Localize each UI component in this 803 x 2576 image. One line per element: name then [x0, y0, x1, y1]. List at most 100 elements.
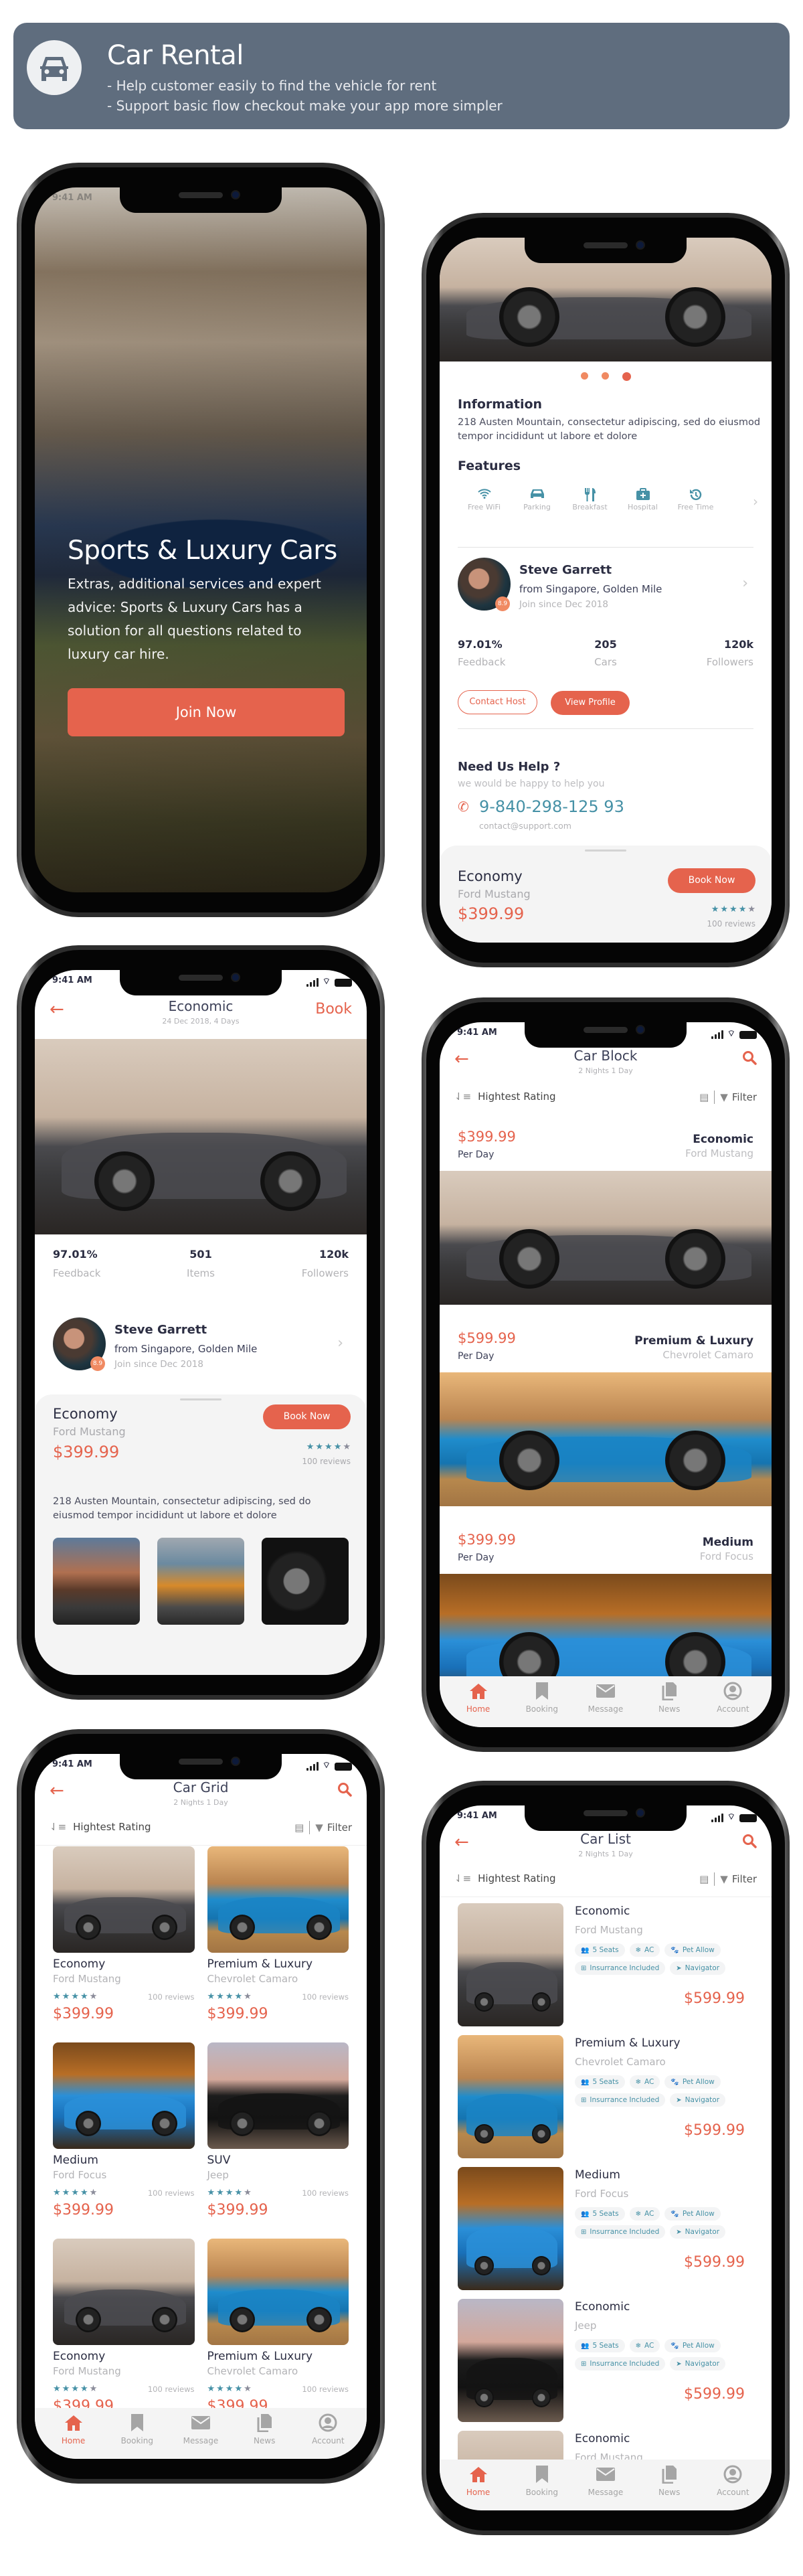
search-icon[interactable] — [337, 1782, 352, 1801]
carousel-dot-active[interactable] — [622, 372, 631, 381]
tab-account[interactable]: Account — [709, 1680, 756, 1727]
history-icon — [669, 488, 722, 503]
car-grid-item[interactable]: Premium & Luxury Chevrolet Camaro ★ ★ ★ ★ ★ … — [207, 1846, 349, 2042]
sort-control[interactable]: ⇃≡ Hightest Rating — [454, 1091, 556, 1103]
snowflake-icon: ❄ — [635, 1946, 642, 1954]
tab-label: Home — [466, 2488, 490, 2497]
support-phone-link[interactable]: 9-840-298-125 93 — [479, 797, 624, 816]
search-icon[interactable] — [742, 1834, 757, 1852]
tab-booking[interactable]: Booking — [519, 1680, 565, 1727]
support-email-link[interactable]: contact@support.com — [479, 821, 571, 831]
tab-booking[interactable]: Booking — [114, 2412, 161, 2459]
tab-message[interactable]: Message — [582, 2464, 629, 2510]
car-grid-item[interactable]: Medium Ford Focus ★ ★ ★ ★ ★ 100 reviews $399… — [53, 2042, 195, 2239]
sort-control[interactable]: ⇃≡ Hightest Rating — [454, 1872, 556, 1884]
chevron-right-icon[interactable]: › — [742, 575, 748, 592]
tab-booking[interactable]: Booking — [519, 2464, 565, 2510]
battery-icon — [335, 1763, 352, 1771]
tab-label: Message — [588, 2488, 624, 2497]
booking-sheet: Economy Ford Mustang $399.99 Book Now ★ ★… — [35, 1394, 367, 1675]
search-icon[interactable] — [742, 1050, 757, 1069]
tab-news[interactable]: News — [241, 2412, 288, 2459]
tab-message[interactable]: Message — [177, 2412, 224, 2459]
phone-icon: ✆ — [458, 799, 469, 815]
view-profile-button[interactable]: View Profile — [551, 691, 630, 715]
car-block-item[interactable]: $599.99 Per Day Premium & Luxury Chevrol… — [440, 1321, 772, 1522]
carousel-dot[interactable] — [601, 372, 609, 380]
filter-button[interactable]: ▼ Filter — [315, 1822, 352, 1834]
car-block-item[interactable]: $399.99 Per Day Economic Ford Mustang — [440, 1119, 772, 1321]
car-description: 218 Austen Mountain, consectetur adipisc… — [53, 1496, 311, 1521]
car-photo — [458, 2299, 563, 2422]
gallery-thumb[interactable] — [53, 1538, 140, 1625]
book-now-button[interactable]: Book Now — [263, 1404, 351, 1429]
stats-row: 97.01% Feedback 501 Items 120k Followers — [53, 1248, 349, 1288]
filter-button[interactable]: ▼ Filter — [720, 1091, 757, 1103]
price-unit: Per Day — [458, 1351, 495, 1362]
car-grid-item[interactable]: Economy Ford Mustang ★ ★ ★ ★ ★ 100 reviews $… — [53, 1846, 195, 2042]
car-photo — [458, 2035, 563, 2158]
chevron-right-icon[interactable]: › — [753, 493, 758, 509]
review-count: 100 reviews — [147, 1992, 195, 2002]
carousel-dot[interactable] — [580, 372, 588, 380]
car-grid-item[interactable]: Premium & Luxury Chevrolet Camaro ★ ★ ★ ★ ★ … — [207, 2239, 349, 2435]
car-list-item[interactable]: Medium Ford Focus 👥 5 Seats ❄ AC 🐾 Pet Allow ⊞… — [458, 2167, 758, 2299]
car-photo — [53, 1846, 195, 1953]
list-view-icon[interactable]: ▤ — [699, 1091, 709, 1103]
sheet-model: Ford Mustang — [458, 888, 531, 900]
price: $599.99 — [684, 2254, 745, 2271]
sort-control[interactable]: ⇃≡ Hightest Rating — [50, 1821, 151, 1833]
filter-label: Filter — [731, 1091, 757, 1103]
account-icon — [317, 2412, 339, 2433]
tab-account[interactable]: Account — [304, 2412, 351, 2459]
host-card[interactable]: 8.9 Steve Garrett from Singapore, Golden… — [458, 558, 753, 613]
car-grid-item[interactable]: Economy Ford Mustang ★ ★ ★ ★ ★ 100 reviews $… — [53, 2239, 195, 2435]
snowflake-icon: ❄ — [635, 2210, 642, 2218]
tab-label: Home — [61, 2436, 86, 2445]
paw-icon: 🐾 — [671, 2342, 679, 2350]
feature-label: Free Time — [677, 503, 714, 511]
phone-car-block: 9:41 AM ⌔ ← Car Block 2 Nights 1 Day ⇃≡ H… — [422, 997, 790, 1752]
tab-message[interactable]: Message — [582, 1680, 629, 1727]
tab-news[interactable]: News — [646, 1680, 693, 1727]
book-now-button[interactable]: Book Now — [668, 868, 755, 893]
tab-news[interactable]: News — [646, 2464, 693, 2510]
book-link[interactable]: Book — [315, 1001, 352, 1018]
car-grid-screen: 9:41 AM ⌔ ← Car Grid 2 Nights 1 Day ⇃≡ Hi… — [35, 1754, 367, 2459]
contact-host-button[interactable]: Contact Host — [458, 690, 537, 714]
chevron-right-icon[interactable]: › — [337, 1335, 343, 1352]
economic-screen: 9:41 AM ⌔ ← Economic 24 Dec 2018, 4 Days… — [35, 970, 367, 1675]
car-list-item[interactable]: Premium & Luxury Chevrolet Camaro 👥 5 Sea… — [458, 2035, 758, 2167]
tab-home[interactable]: Home — [455, 1680, 502, 1727]
review-count: 100 reviews — [302, 1457, 351, 1466]
list-view-icon[interactable]: ▤ — [699, 1873, 709, 1885]
car-grid-item[interactable]: SUV Jeep ★ ★ ★ ★ ★ 100 reviews $399.99 — [207, 2042, 349, 2239]
feature-chip: ➤Navigator — [670, 2225, 726, 2239]
car-block-list: $399.99 Per Day Economic Ford Mustang $5… — [440, 1119, 772, 1724]
chip-label: AC — [644, 1946, 654, 1954]
gallery-thumb[interactable] — [157, 1538, 244, 1625]
sheet-handle[interactable] — [585, 850, 626, 852]
sheet-handle[interactable] — [180, 1398, 221, 1400]
tab-home[interactable]: Home — [455, 2464, 502, 2510]
list-view-icon[interactable]: ▤ — [294, 1822, 304, 1834]
star-filled-icon: ★ — [216, 1992, 224, 2002]
information-text: 218 Austen Mountain, consectetur adipisc… — [458, 417, 761, 442]
envelope-icon — [190, 2412, 211, 2433]
tab-home[interactable]: Home — [50, 2412, 97, 2459]
host-joined: Join since Dec 2018 — [114, 1359, 203, 1370]
price: $399.99 — [207, 2006, 268, 2022]
car-list-item[interactable]: Economic Ford Mustang 👥5 Seats ❄AC 🐾Pet Al… — [458, 1903, 758, 2035]
tab-account[interactable]: Account — [709, 2464, 756, 2510]
filter-icon: ▼ — [720, 1091, 728, 1103]
gallery-thumb[interactable] — [262, 1538, 349, 1625]
star-empty-icon: ★ — [89, 2384, 98, 2394]
car-list-item[interactable]: Economic Jeep 👥 5 Seats ❄ AC 🐾 Pet Allow ⊞ Insu… — [458, 2299, 758, 2431]
join-now-button[interactable]: Join Now — [68, 688, 345, 736]
host-card[interactable]: 8.9 Steve Garrett from Singapore, Golden… — [53, 1317, 349, 1372]
sort-filter-bar: ⇃≡ Hightest Rating ▤ ▼ Filter — [454, 1870, 757, 1890]
car-model: Chevrolet Camaro — [207, 2365, 298, 2377]
wifi-icon — [458, 488, 511, 503]
filter-button[interactable]: ▼ Filter — [720, 1873, 757, 1885]
tab-label: Account — [312, 2436, 345, 2445]
